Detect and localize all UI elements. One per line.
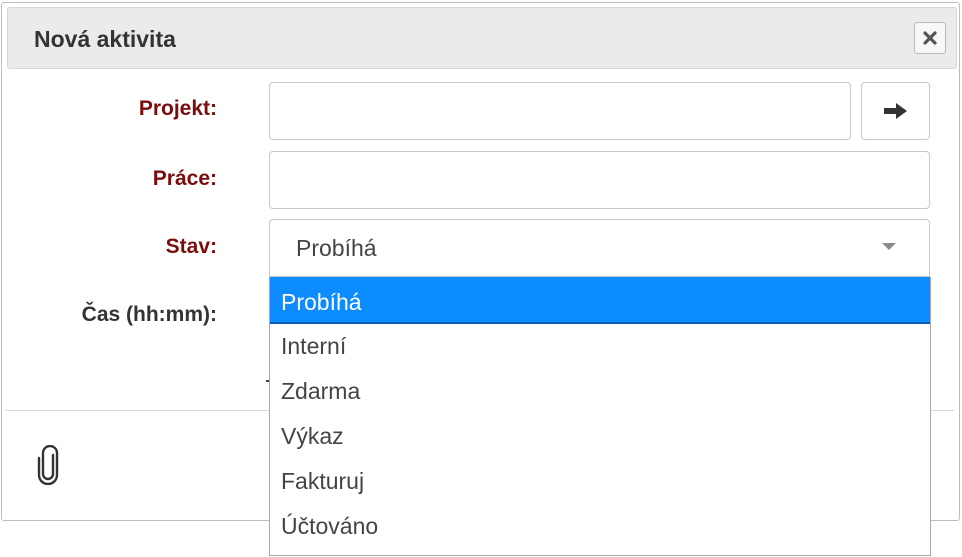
prace-label: Práce:	[152, 167, 217, 190]
stav-options-list: Probíhá Interní Zdarma Výkaz Fakturuj Úč…	[269, 277, 931, 556]
close-button[interactable]	[914, 22, 946, 54]
chevron-down-icon	[882, 243, 896, 250]
prace-input[interactable]	[269, 151, 930, 209]
projekt-go-button[interactable]	[861, 82, 930, 140]
close-x-icon	[923, 31, 937, 45]
paperclip-icon	[37, 444, 59, 486]
stav-label: Stav:	[165, 235, 217, 258]
dialog-header: Nová aktivita	[7, 7, 957, 69]
stav-option-vykaz[interactable]: Výkaz	[270, 414, 930, 459]
projekt-label: Projekt:	[138, 97, 217, 120]
dialog-title: Nová aktivita	[34, 26, 176, 52]
stav-option-zdarma[interactable]: Zdarma	[270, 369, 930, 414]
stav-select[interactable]: Probíhá	[269, 219, 930, 277]
attachment-button[interactable]	[36, 444, 62, 490]
cas-label: Čas (hh:mm):	[81, 303, 217, 326]
stav-select-value: Probíhá	[296, 235, 377, 261]
stav-option-uctovano[interactable]: Účtováno	[270, 504, 930, 549]
stav-option-probiha[interactable]: Probíhá	[270, 277, 930, 324]
arrow-right-icon	[883, 103, 907, 119]
stav-option-interni[interactable]: Interní	[270, 324, 930, 369]
projekt-input[interactable]	[269, 82, 851, 140]
stav-option-fakturuj[interactable]: Fakturuj	[270, 459, 930, 504]
